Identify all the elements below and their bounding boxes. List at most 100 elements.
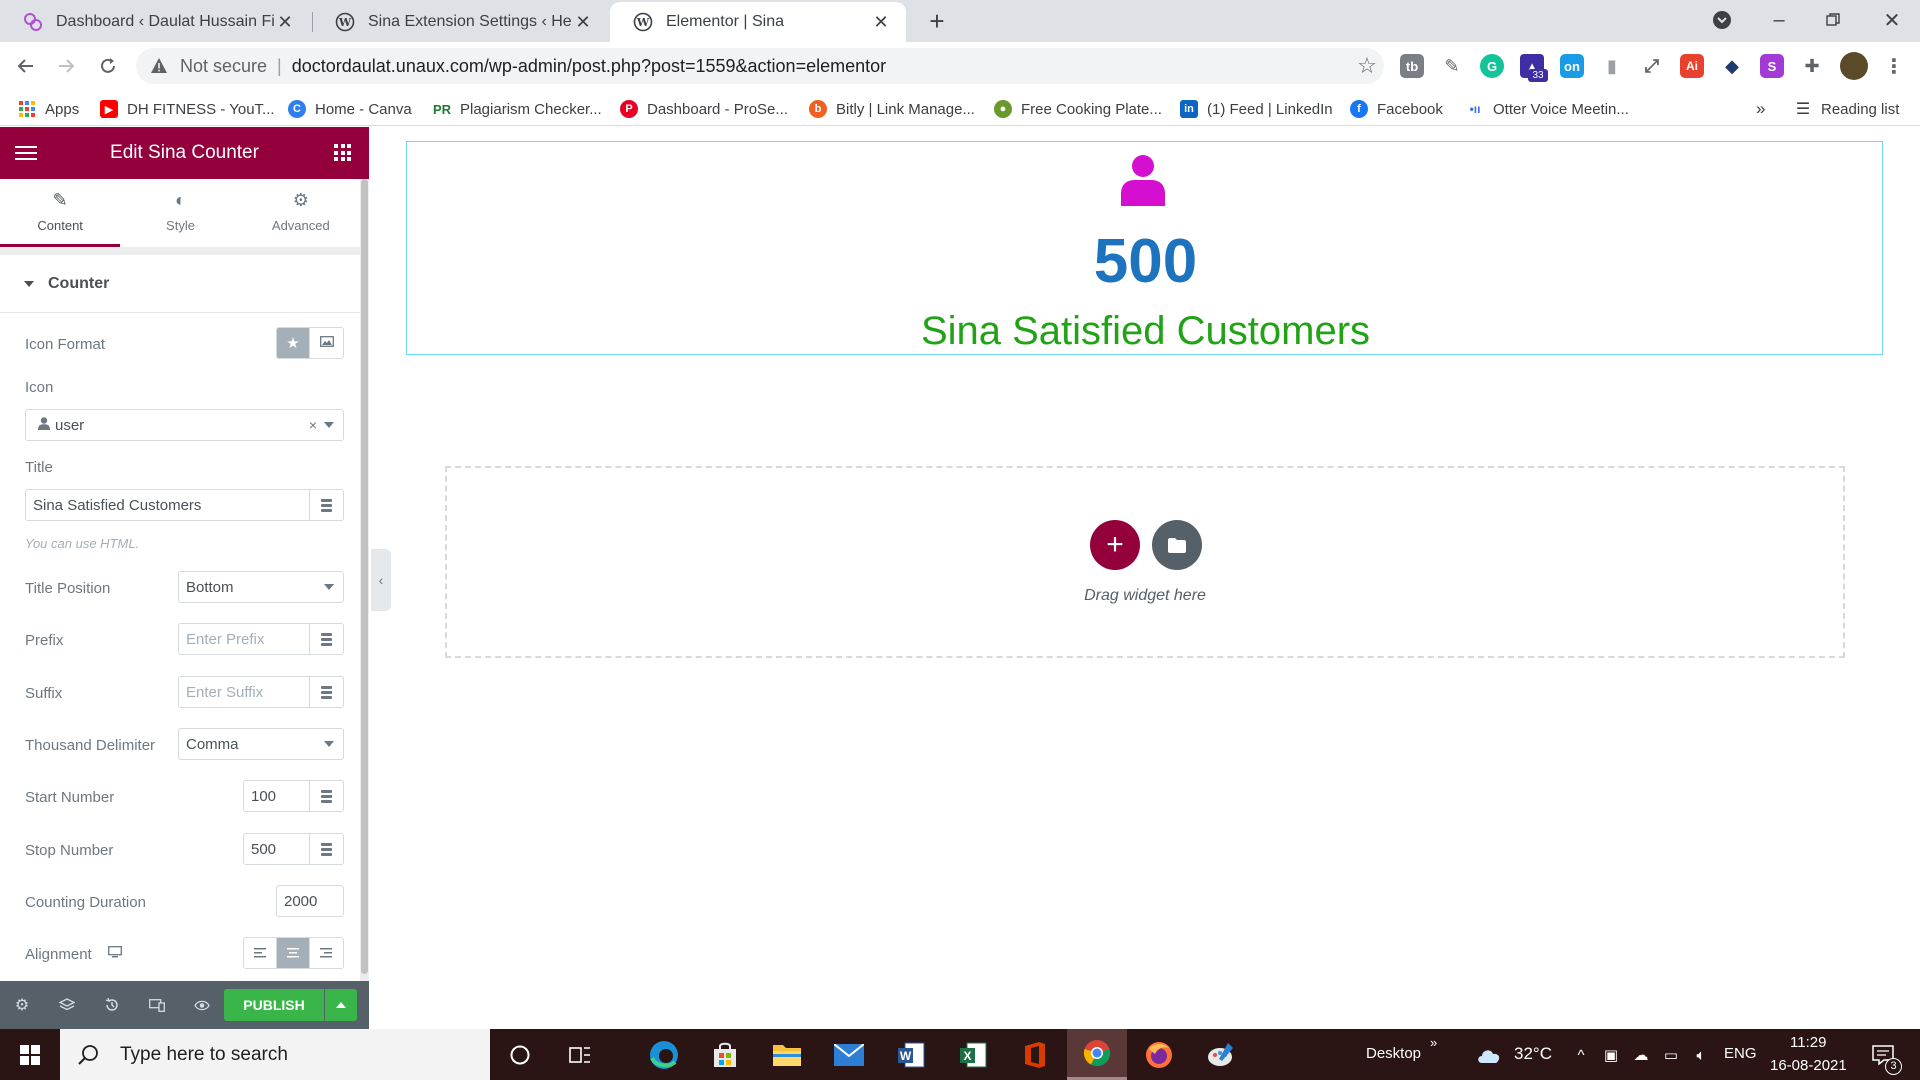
- url-text[interactable]: doctordaulat.unaux.com/wp-admin/post.php…: [292, 56, 1350, 77]
- title-dynamic-tags-button[interactable]: [310, 489, 344, 521]
- address-bar[interactable]: Not secure | doctordaulat.unaux.com/wp-a…: [136, 48, 1384, 84]
- clock-date[interactable]: 16-08-2021: [1770, 1057, 1847, 1074]
- bookmark-dh-fitness[interactable]: ▶ DH FITNESS - YouT...: [100, 98, 275, 120]
- bookmark-star-icon[interactable]: ☆: [1350, 53, 1384, 79]
- suffix-input[interactable]: Enter Suffix: [178, 676, 310, 708]
- title-position-select[interactable]: Bottom: [178, 571, 344, 603]
- icon-select[interactable]: user ×: [25, 409, 344, 441]
- extensions-puzzle-icon[interactable]: ✚: [1800, 54, 1824, 78]
- extension-diamond-icon[interactable]: ◆: [1720, 54, 1744, 78]
- stop-number-input[interactable]: 500: [243, 833, 310, 865]
- bookmark-otter[interactable]: •ıı Otter Voice Meetin...: [1466, 98, 1629, 120]
- prefix-dynamic-tags-button[interactable]: [310, 623, 344, 655]
- empty-section-dropzone[interactable]: + Drag widget here: [445, 466, 1845, 658]
- clear-icon[interactable]: ×: [309, 417, 317, 433]
- bookmark-plagiarism[interactable]: PR Plagiarism Checker...: [433, 98, 602, 120]
- show-hidden-icons-chevron[interactable]: ^: [1571, 1045, 1591, 1065]
- scrollbar-thumb[interactable]: [361, 179, 368, 974]
- restore-button[interactable]: [1810, 4, 1856, 36]
- taskbar-search-box[interactable]: Type here to search: [60, 1029, 490, 1080]
- start-button[interactable]: [0, 1029, 60, 1080]
- close-tab-icon[interactable]: ✕: [274, 12, 296, 33]
- chrome-icon[interactable]: [1067, 1029, 1127, 1080]
- extension-chart-icon[interactable]: ▮: [1600, 54, 1624, 78]
- icon-format-image-option[interactable]: [310, 328, 343, 358]
- history-icon[interactable]: [101, 994, 123, 1016]
- close-tab-icon[interactable]: ✕: [572, 12, 594, 33]
- close-tab-icon[interactable]: ✕: [870, 12, 892, 33]
- back-button[interactable]: [8, 48, 44, 84]
- clock-time[interactable]: 11:29: [1790, 1034, 1826, 1051]
- mail-icon[interactable]: [819, 1029, 879, 1080]
- align-right-option[interactable]: [310, 938, 343, 968]
- panel-scrollbar[interactable]: [360, 179, 369, 1029]
- extension-expand-icon[interactable]: ⤢: [1640, 54, 1664, 78]
- browser-tab-dashboard[interactable]: Dashboard ‹ Daulat Hussain Fitness ✕: [0, 2, 310, 42]
- excel-icon[interactable]: X: [943, 1029, 1003, 1080]
- weather-cloud-icon[interactable]: [1476, 1045, 1502, 1065]
- bookmark-facebook[interactable]: f Facebook: [1350, 98, 1443, 120]
- tab-advanced[interactable]: ⚙ Advanced: [241, 179, 361, 247]
- tab-search-icon[interactable]: [1708, 4, 1736, 36]
- tab-content[interactable]: ✎ Content: [0, 179, 121, 247]
- extension-grammarly-icon[interactable]: G: [1480, 54, 1504, 78]
- extension-tb-icon[interactable]: tb: [1400, 54, 1424, 78]
- battery-icon[interactable]: ▭: [1661, 1045, 1681, 1065]
- task-view-icon[interactable]: [550, 1029, 610, 1080]
- weather-temperature[interactable]: 32°C: [1514, 1044, 1552, 1064]
- browser-tab-sina-settings[interactable]: W Sina Extension Settings ‹ Health & Fit…: [312, 2, 608, 42]
- desktop-toolbar-chevron-icon[interactable]: »: [1430, 1035, 1437, 1050]
- meet-now-icon[interactable]: ▣: [1601, 1045, 1621, 1065]
- add-template-button[interactable]: [1152, 520, 1202, 570]
- bookmark-bitly[interactable]: b Bitly | Link Manage...: [809, 98, 975, 120]
- counter-widget[interactable]: 500 Sina Satisfied Customers: [406, 141, 1883, 355]
- add-section-button[interactable]: +: [1090, 520, 1140, 570]
- microsoft-store-icon[interactable]: [695, 1029, 755, 1080]
- start-number-input[interactable]: 100: [243, 780, 310, 812]
- profile-avatar[interactable]: [1840, 52, 1868, 80]
- publish-options-button[interactable]: [325, 989, 357, 1021]
- file-explorer-icon[interactable]: [757, 1029, 817, 1080]
- title-input[interactable]: Sina Satisfied Customers: [25, 489, 310, 521]
- navigator-layers-icon[interactable]: [56, 994, 78, 1016]
- onedrive-icon[interactable]: ☁: [1631, 1045, 1651, 1065]
- bookmarks-overflow-button[interactable]: »: [1756, 98, 1765, 120]
- chrome-menu-icon[interactable]: ⋮: [1882, 54, 1906, 78]
- publish-button[interactable]: PUBLISH: [224, 989, 324, 1021]
- cortana-icon[interactable]: [490, 1029, 550, 1080]
- align-left-option[interactable]: [244, 938, 278, 968]
- bookmark-apps[interactable]: Apps: [18, 98, 79, 120]
- extension-s-icon[interactable]: S: [1760, 54, 1784, 78]
- prefix-input[interactable]: Enter Prefix: [178, 623, 310, 655]
- extension-eyedropper-icon[interactable]: ✎: [1440, 54, 1464, 78]
- browser-tab-elementor[interactable]: W Elementor | Sina ✕: [610, 2, 906, 42]
- volume-icon[interactable]: 🔈︎: [1691, 1045, 1711, 1065]
- language-indicator[interactable]: ENG: [1724, 1045, 1757, 1062]
- office-icon[interactable]: [1005, 1029, 1065, 1080]
- start-number-dynamic-tags-button[interactable]: [310, 780, 344, 812]
- word-icon[interactable]: W: [881, 1029, 941, 1080]
- paint-icon[interactable]: [1191, 1029, 1251, 1080]
- reading-list-button[interactable]: ☰ Reading list: [1794, 98, 1900, 120]
- bookmark-prose[interactable]: P Dashboard - ProSe...: [620, 98, 788, 120]
- settings-gear-icon[interactable]: ⚙: [11, 994, 33, 1016]
- stop-number-dynamic-tags-button[interactable]: [310, 833, 344, 865]
- warning-icon[interactable]: [146, 53, 172, 79]
- extension-off-icon[interactable]: on: [1560, 54, 1584, 78]
- suffix-dynamic-tags-button[interactable]: [310, 676, 344, 708]
- desktop-toolbar-label[interactable]: Desktop: [1366, 1045, 1421, 1062]
- widgets-grid-icon[interactable]: [334, 144, 351, 161]
- firefox-icon[interactable]: [1129, 1029, 1189, 1080]
- bookmark-canva[interactable]: C Home - Canva: [288, 98, 412, 120]
- edge-icon[interactable]: [634, 1029, 694, 1080]
- icon-format-icon-option[interactable]: ★: [277, 328, 311, 358]
- extension-ai-icon[interactable]: Ai: [1680, 54, 1704, 78]
- close-window-button[interactable]: ✕: [1864, 4, 1920, 36]
- tab-style[interactable]: ◐ Style: [120, 179, 240, 247]
- preview-eye-icon[interactable]: [191, 994, 213, 1016]
- align-center-option[interactable]: [277, 938, 310, 968]
- bookmark-cooking[interactable]: ● Free Cooking Plate...: [994, 98, 1162, 120]
- new-tab-button[interactable]: +: [923, 6, 951, 36]
- counting-duration-input[interactable]: 2000: [276, 885, 344, 917]
- thousand-delimiter-select[interactable]: Comma: [178, 728, 344, 760]
